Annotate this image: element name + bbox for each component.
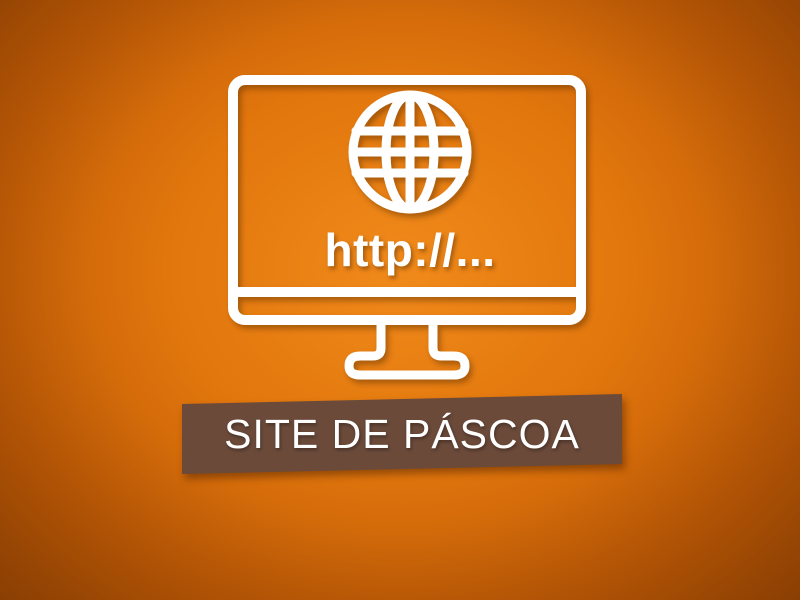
url-text: http://... — [324, 224, 496, 276]
monitor-stand — [344, 320, 470, 380]
monitor-icon — [228, 75, 586, 380]
globe-icon — [348, 90, 472, 214]
title-banner-label: SITE DE PÁSCOA — [224, 411, 580, 457]
